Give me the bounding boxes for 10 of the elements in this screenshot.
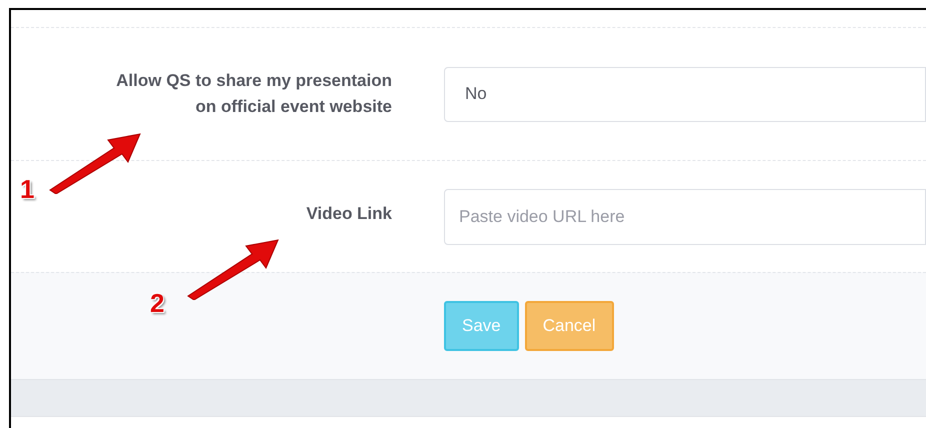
arrow-icon <box>48 132 142 194</box>
select-field[interactable]: No <box>444 66 926 122</box>
annotation-number: 2 <box>150 287 164 320</box>
cancel-button[interactable]: Cancel <box>524 301 614 351</box>
field-label: Allow QS to share my presentaion on official event website <box>115 70 392 118</box>
url-input-field[interactable]: Paste video URL here <box>444 189 926 245</box>
arrow-icon <box>186 238 280 300</box>
annotation-number: 1 <box>20 173 34 206</box>
field-label: Video Link <box>306 203 392 225</box>
save-button[interactable]: Save <box>444 301 519 351</box>
